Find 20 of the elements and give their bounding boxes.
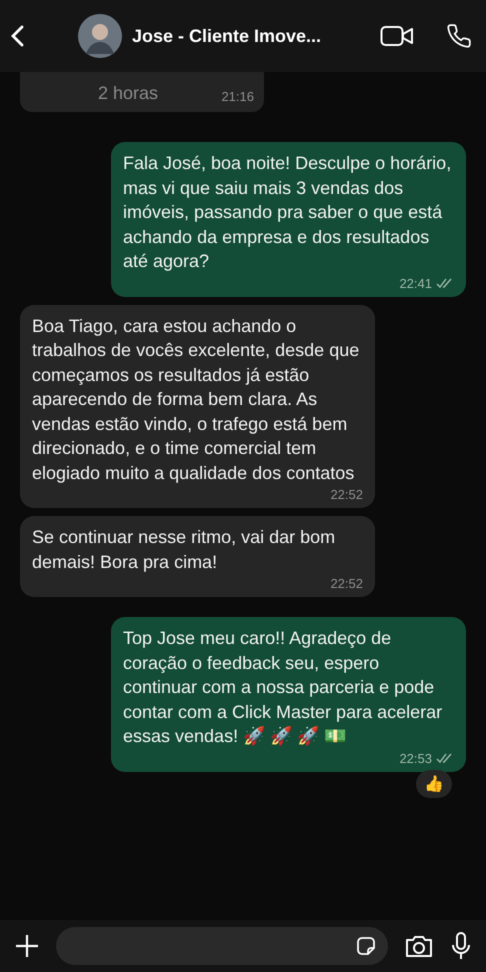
contact-name[interactable]: Jose - Cliente Imove... xyxy=(132,26,370,46)
message-time: 22:41 xyxy=(399,276,432,290)
message-text: Fala José, boa noite! Desculpe o horário, mas vi que saiu mais 3 vendas dos imóveis, passando pra saber o que está achando da empresa e dos resultados até agora? xyxy=(123,152,452,273)
message-time: 22:52 xyxy=(330,487,363,502)
message-text: Se continuar nesse ritmo, vai dar bom demais! Bora pra cima! xyxy=(32,526,336,574)
call-duration: 2 horas xyxy=(97,83,160,104)
message-time: 22:52 xyxy=(330,576,363,591)
camera-icon[interactable] xyxy=(404,933,434,959)
plus-icon[interactable] xyxy=(14,933,40,959)
sticker-icon[interactable] xyxy=(354,934,378,958)
phone-icon[interactable] xyxy=(446,23,472,49)
message-text: Boa Tiago, cara estou achando o trabalhos de vocês excelente, desde que começamos os resultados já estão aparecendo de forma bem clara. As vendas estão vindo, o trafego está bem direcionado, e o time comercial tem elogiado muito a qualidade dos contatos xyxy=(32,314,360,485)
message-time: 22:53 xyxy=(399,750,432,766)
video-call-icon[interactable] xyxy=(380,24,414,48)
reaction[interactable]: 👍 xyxy=(416,770,452,798)
avatar[interactable] xyxy=(78,14,122,58)
message-input[interactable] xyxy=(56,927,388,965)
message-time: 21:16 xyxy=(221,89,254,104)
microphone-icon[interactable] xyxy=(450,931,472,961)
message-text: Top Jose meu caro!! Agradeço de coração o feedback seu, espero continuar com a nossa parceria e pode contar com a Click Master para acelerar essas vendas! 🚀 🚀 🚀 💵 xyxy=(123,627,444,748)
